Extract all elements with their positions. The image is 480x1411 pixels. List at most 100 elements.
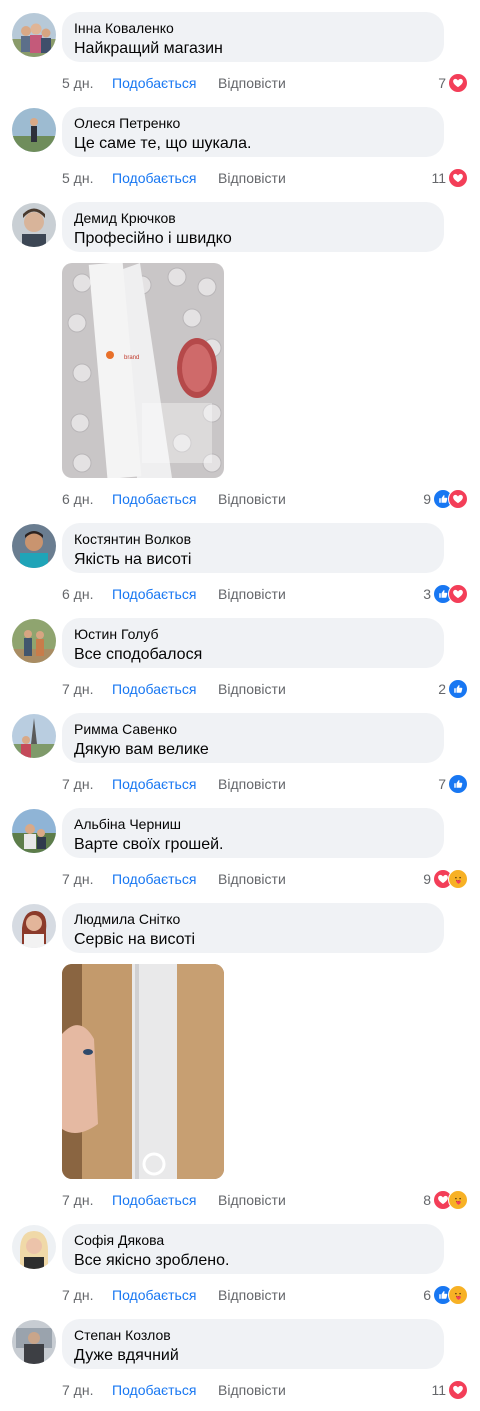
comment-author[interactable]: Альбіна Черниш — [74, 815, 432, 833]
like-button[interactable]: Подобається — [112, 1380, 196, 1400]
comment-author[interactable]: Римма Савенко — [74, 720, 432, 738]
reaction-summary[interactable]: 7 — [438, 73, 468, 93]
reply-button[interactable]: Відповісти — [218, 584, 286, 604]
reply-button[interactable]: Відповісти — [218, 1190, 286, 1210]
like-button[interactable]: Подобається — [112, 73, 196, 93]
comment-time[interactable]: 7 дн. — [62, 679, 93, 699]
reply-button[interactable]: Відповісти — [218, 1380, 286, 1400]
like-button[interactable]: Подобається — [112, 168, 196, 188]
like-button[interactable]: Подобається — [112, 869, 196, 889]
reaction-summary[interactable]: 9 — [423, 489, 468, 509]
comment-text: Дуже вдячний — [74, 1347, 179, 1364]
comment-time[interactable]: 7 дн. — [62, 774, 93, 794]
reaction-count: 11 — [431, 170, 446, 186]
reaction-count: 6 — [423, 1287, 431, 1303]
avatar[interactable] — [12, 1320, 56, 1364]
comment-bubble: Людмила Снітко Сервіс на висоті — [62, 903, 444, 953]
comment-bubble: Демид Крючков Професійно і швидко — [62, 202, 444, 252]
reply-button[interactable]: Відповісти — [218, 679, 286, 699]
like-button[interactable]: Подобається — [112, 679, 196, 699]
comment-bubble: Костянтин Волков Якість на висоті — [62, 523, 444, 573]
like-button[interactable]: Подобається — [112, 489, 196, 509]
like-button[interactable]: Подобається — [112, 1190, 196, 1210]
comment-bubble: Степан Козлов Дуже вдячний — [62, 1319, 444, 1369]
care-icon — [448, 1285, 468, 1305]
thumbs-up-icon — [448, 774, 468, 794]
reaction-count: 7 — [438, 776, 446, 792]
comment-text: Дякую вам велике — [74, 741, 209, 758]
like-button[interactable]: Подобається — [112, 584, 196, 604]
avatar[interactable] — [12, 524, 56, 568]
comment-text: Це саме те, що шукала. — [74, 135, 252, 152]
like-button[interactable]: Подобається — [112, 774, 196, 794]
comment-author[interactable]: Інна Коваленко — [74, 19, 432, 37]
comment-time[interactable]: 7 дн. — [62, 1190, 93, 1210]
comment-time[interactable]: 7 дн. — [62, 1380, 93, 1400]
reply-button[interactable]: Відповісти — [218, 168, 286, 188]
comment-text: Професійно і швидко — [74, 230, 232, 247]
heart-icon — [448, 584, 468, 604]
comment-photo[interactable]: brand — [62, 263, 224, 478]
care-icon — [448, 869, 468, 889]
reaction-summary[interactable]: 11 — [431, 168, 468, 188]
comment-bubble: Інна Коваленко Найкращий магазин — [62, 12, 444, 62]
comment-time[interactable]: 5 дн. — [62, 168, 93, 188]
heart-icon — [448, 489, 468, 509]
comment-text: Якість на висоті — [74, 551, 192, 568]
reaction-summary[interactable]: 8 — [423, 1190, 468, 1210]
heart-icon — [448, 73, 468, 93]
comment-author[interactable]: Олеся Петренко — [74, 114, 432, 132]
comment-bubble: Альбіна Черниш Варте своїх грошей. — [62, 808, 444, 858]
comment-text: Варте своїх грошей. — [74, 836, 224, 853]
comment-author[interactable]: Людмила Снітко — [74, 910, 432, 928]
comment-bubble: Юстин Голуб Все сподобалося — [62, 618, 444, 668]
comment-time[interactable]: 6 дн. — [62, 584, 93, 604]
reaction-summary[interactable]: 2 — [438, 679, 468, 699]
reaction-count: 11 — [431, 1382, 446, 1398]
reaction-count: 9 — [423, 871, 431, 887]
reply-button[interactable]: Відповісти — [218, 73, 286, 93]
comment-text: Все сподобалося — [74, 646, 203, 663]
avatar[interactable] — [12, 714, 56, 758]
comment-time[interactable]: 6 дн. — [62, 489, 93, 509]
heart-icon — [448, 168, 468, 188]
comment-author[interactable]: Юстин Голуб — [74, 625, 432, 643]
avatar[interactable] — [12, 1225, 56, 1269]
comment-author[interactable]: Степан Козлов — [74, 1326, 432, 1344]
comment-bubble: Олеся Петренко Це саме те, що шукала. — [62, 107, 444, 157]
comment-text: Сервіс на висоті — [74, 931, 196, 948]
reply-button[interactable]: Відповісти — [218, 774, 286, 794]
comment-text: Все якісно зроблено. — [74, 1252, 230, 1269]
reply-button[interactable]: Відповісти — [218, 1285, 286, 1305]
reaction-count: 2 — [438, 681, 446, 697]
svg-text:brand: brand — [124, 355, 139, 361]
like-button[interactable]: Подобається — [112, 1285, 196, 1305]
avatar[interactable] — [12, 619, 56, 663]
avatar[interactable] — [12, 809, 56, 853]
avatar[interactable] — [12, 13, 56, 57]
comment-bubble: Софія Дякова Все якісно зроблено. — [62, 1224, 444, 1274]
comment-text: Найкращий магазин — [74, 40, 223, 57]
comment-time[interactable]: 7 дн. — [62, 1285, 93, 1305]
reaction-count: 3 — [423, 586, 431, 602]
care-icon — [448, 1190, 468, 1210]
comment-author[interactable]: Софія Дякова — [74, 1231, 432, 1249]
reaction-count: 7 — [438, 75, 446, 91]
reply-button[interactable]: Відповісти — [218, 489, 286, 509]
comment-time[interactable]: 7 дн. — [62, 869, 93, 889]
reaction-summary[interactable]: 11 — [431, 1380, 468, 1400]
heart-icon — [448, 1380, 468, 1400]
reaction-summary[interactable]: 3 — [423, 584, 468, 604]
avatar[interactable] — [12, 904, 56, 948]
avatar[interactable] — [12, 108, 56, 152]
thumbs-up-icon — [448, 679, 468, 699]
comment-time[interactable]: 5 дн. — [62, 73, 93, 93]
comment-author[interactable]: Костянтин Волков — [74, 530, 432, 548]
reaction-summary[interactable]: 9 — [423, 869, 468, 889]
reaction-summary[interactable]: 7 — [438, 774, 468, 794]
reply-button[interactable]: Відповісти — [218, 869, 286, 889]
reaction-summary[interactable]: 6 — [423, 1285, 468, 1305]
comment-author[interactable]: Демид Крючков — [74, 209, 432, 227]
comment-photo[interactable] — [62, 964, 224, 1179]
avatar[interactable] — [12, 203, 56, 247]
